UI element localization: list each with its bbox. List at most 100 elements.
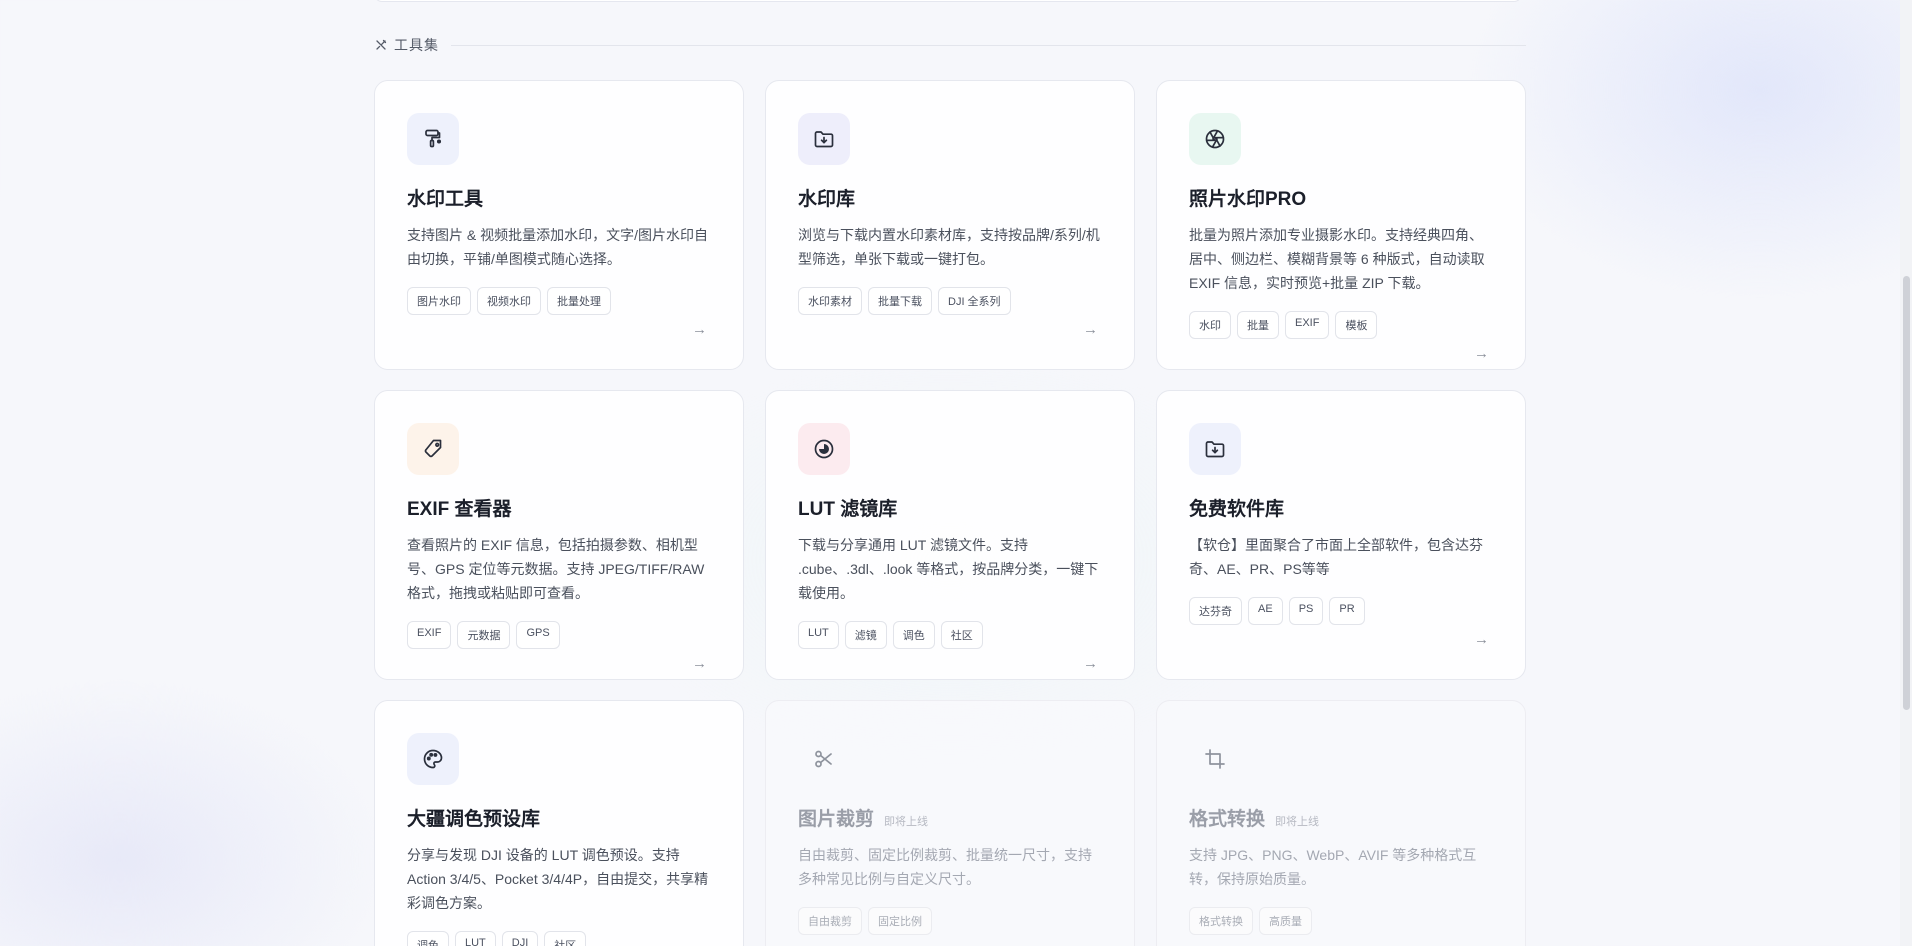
tool-card-5[interactable]: LUT 滤镜库下载与分享通用 LUT 滤镜文件。支持 .cube、.3dl、.l… bbox=[765, 390, 1135, 680]
tool-card-3[interactable]: 照片水印PRO 批量为照片添加专业摄影水印。支持经典四角、居中、侧边栏、模糊背景等… bbox=[1156, 80, 1526, 370]
coming-soon-badge: 即将上线 bbox=[884, 816, 929, 828]
card-description: 分享与发现 DJI 设备的 LUT 调色预设。支持 Action 3/4/5、P… bbox=[407, 847, 709, 911]
card-title-row: 大疆调色预设库 bbox=[407, 807, 711, 833]
section-header: 工具集 bbox=[374, 36, 1526, 54]
tools-grid: 水印工具支持图片 & 视频批量添加水印，文字/图片水印自由切换，平铺/单图模式随… bbox=[374, 80, 1526, 946]
scissors-icon bbox=[798, 733, 850, 785]
arrow-right-icon[interactable]: → bbox=[1474, 631, 1489, 648]
card-title: 免费软件库 bbox=[1189, 499, 1285, 520]
tag-chip: LUT bbox=[798, 621, 839, 649]
card-title-row: EXIF 查看器 bbox=[407, 497, 711, 523]
tag-chip: 批量 bbox=[1237, 311, 1279, 339]
card-title-row: 水印工具 bbox=[407, 187, 711, 213]
search-panel-edge bbox=[374, 0, 1522, 2]
arrow-right-icon: → bbox=[1083, 941, 1098, 946]
card-tags: EXIF 元数据 GPS bbox=[407, 621, 711, 649]
tag-chip: LUT bbox=[455, 931, 496, 946]
card-description: 支持 JPG、PNG、WebP、AVIF 等多种格式互转，保持原始质量。 bbox=[1189, 847, 1477, 887]
card-title: 照片水印PRO bbox=[1189, 189, 1307, 210]
arrow-right-icon[interactable]: → bbox=[692, 655, 707, 672]
tool-card-1[interactable]: 水印工具支持图片 & 视频批量添加水印，文字/图片水印自由切换，平铺/单图模式随… bbox=[374, 80, 744, 370]
tag-chip: PS bbox=[1288, 597, 1324, 625]
tag-chip: 调色 bbox=[407, 931, 449, 946]
coming-soon-badge: 即将上线 bbox=[1275, 816, 1320, 828]
card-description: 批量为照片添加专业摄影水印。支持经典四角、居中、侧边栏、模糊背景等 6 种版式，… bbox=[1189, 227, 1485, 291]
tag-chip: 水印素材 bbox=[798, 287, 862, 315]
tag-chip: 社区 bbox=[544, 931, 587, 946]
tag-chip: 批量下载 bbox=[868, 287, 932, 315]
card-title: 水印工具 bbox=[407, 189, 484, 210]
tag-chip: DJI bbox=[501, 931, 539, 946]
scrollbar[interactable] bbox=[1900, 0, 1912, 946]
card-title-row: 图片裁剪 即将上线 bbox=[798, 807, 1102, 833]
folder-download-icon bbox=[798, 113, 850, 165]
section-divider bbox=[451, 44, 1526, 46]
card-tags: 调色 LUT DJI 社区 bbox=[407, 931, 711, 946]
crop-icon bbox=[1189, 733, 1241, 785]
arrow-right-icon: → bbox=[1474, 941, 1489, 946]
folder-download-icon bbox=[1189, 423, 1241, 475]
tag-chip: 格式转换 bbox=[1189, 907, 1253, 935]
card-description: 【软仓】里面聚合了市面上全部软件，包含达芬奇、AE、PR、PS等等 bbox=[1189, 537, 1483, 577]
card-description: 支持图片 & 视频批量添加水印，文字/图片水印自由切换，平铺/单图模式随心选择。 bbox=[407, 227, 709, 267]
tag-chip: 图片水印 bbox=[407, 287, 471, 315]
tools-icon bbox=[374, 38, 388, 52]
tag-chip: 高质量 bbox=[1259, 907, 1312, 935]
palette-icon bbox=[407, 733, 459, 785]
tool-card-7[interactable]: 大疆调色预设库分享与发现 DJI 设备的 LUT 调色预设。支持 Action … bbox=[374, 700, 744, 946]
card-tags: LUT 滤镜 调色 社区 bbox=[798, 621, 1102, 649]
card-description: 下载与分享通用 LUT 滤镜文件。支持 .cube、.3dl、.look 等格式… bbox=[798, 537, 1099, 601]
card-title: 图片裁剪 bbox=[798, 809, 875, 830]
card-title: 大疆调色预设库 bbox=[407, 809, 541, 830]
section-title: 工具集 bbox=[394, 37, 439, 53]
tag-chip: GPS bbox=[516, 621, 560, 649]
tag-chip: 达芬奇 bbox=[1189, 597, 1242, 625]
tag-chip: 视频水印 bbox=[477, 287, 541, 315]
card-tags: 水印 批量 EXIF 模板 bbox=[1189, 311, 1493, 339]
tool-card-2[interactable]: 水印库浏览与下载内置水印素材库，支持按品牌/系列/机型筛选，单张下载或一键打包。… bbox=[765, 80, 1135, 370]
arrow-right-icon[interactable]: → bbox=[1083, 321, 1098, 338]
tool-card-4[interactable]: EXIF 查看器查看照片的 EXIF 信息，包括拍摄参数、相机型号、GPS 定位… bbox=[374, 390, 744, 680]
tag-chip: AE bbox=[1248, 597, 1283, 625]
card-description: 查看照片的 EXIF 信息，包括拍摄参数、相机型号、GPS 定位等元数据。支持 … bbox=[407, 537, 705, 601]
tag-icon bbox=[407, 423, 459, 475]
tool-card-9: 格式转换 即将上线 支持 JPG、PNG、WebP、AVIF 等多种格式互转，保持原… bbox=[1156, 700, 1526, 946]
tag-chip: 固定比例 bbox=[868, 907, 932, 935]
tool-card-8: 图片裁剪 即将上线自由裁剪、固定比例裁剪、批量统一尺寸，支持多种常见比例与自定义尺… bbox=[765, 700, 1135, 946]
tag-chip: 滤镜 bbox=[844, 621, 887, 649]
tag-chip: PR bbox=[1329, 597, 1365, 625]
card-description: 浏览与下载内置水印素材库，支持按品牌/系列/机型筛选，单张下载或一键打包。 bbox=[798, 227, 1100, 267]
tag-chip: 调色 bbox=[892, 621, 935, 649]
contrast-icon bbox=[798, 423, 850, 475]
tag-chip: DJI 全系列 bbox=[938, 287, 1011, 315]
aperture-icon bbox=[1189, 113, 1241, 165]
card-description: 自由裁剪、固定比例裁剪、批量统一尺寸，支持多种常见比例与自定义尺寸。 bbox=[798, 847, 1092, 887]
card-tags: 达芬奇 AE PS PR bbox=[1189, 597, 1493, 625]
card-tags: 水印素材 批量下载 DJI 全系列 bbox=[798, 287, 1102, 315]
tag-chip: 元数据 bbox=[457, 621, 511, 649]
tag-chip: 社区 bbox=[940, 621, 983, 649]
tag-chip: 自由裁剪 bbox=[798, 907, 862, 935]
card-title: EXIF 查看器 bbox=[407, 499, 512, 520]
tag-chip: EXIF bbox=[1285, 311, 1330, 339]
tag-chip: 水印 bbox=[1189, 311, 1231, 339]
tool-card-6[interactable]: 免费软件库【软仓】里面聚合了市面上全部软件，包含达芬奇、AE、PR、PS等等达芬… bbox=[1156, 390, 1526, 680]
arrow-right-icon[interactable]: → bbox=[1474, 345, 1489, 362]
card-title-row: 水印库 bbox=[798, 187, 1102, 213]
scrollbar-thumb[interactable] bbox=[1903, 276, 1910, 710]
card-title-row: 照片水印PRO bbox=[1189, 187, 1493, 213]
card-title: 水印库 bbox=[798, 189, 856, 210]
card-tags: 图片水印 视频水印 批量处理 bbox=[407, 287, 711, 315]
card-title-row: LUT 滤镜库 bbox=[798, 497, 1102, 523]
card-tags: 自由裁剪 固定比例 bbox=[798, 907, 1102, 935]
arrow-right-icon[interactable]: → bbox=[692, 321, 707, 338]
card-title: 格式转换 bbox=[1189, 809, 1266, 830]
tag-chip: 批量处理 bbox=[547, 287, 611, 315]
card-title: LUT 滤镜库 bbox=[798, 499, 898, 520]
card-title-row: 免费软件库 bbox=[1189, 497, 1493, 523]
arrow-right-icon[interactable]: → bbox=[1083, 655, 1098, 672]
paint-roller-icon bbox=[407, 113, 459, 165]
tag-chip: 模板 bbox=[1335, 311, 1378, 339]
tag-chip: EXIF bbox=[407, 621, 452, 649]
card-tags: 格式转换 高质量 bbox=[1189, 907, 1493, 935]
